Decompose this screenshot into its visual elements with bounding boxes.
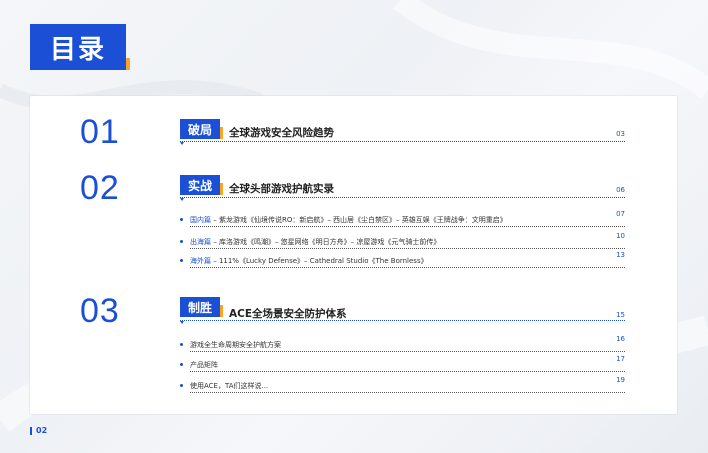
section-divider-03: [180, 320, 625, 321]
section-page-03: 15: [616, 311, 625, 319]
item-page: 10: [616, 232, 625, 240]
list-item[interactable]: 海外篇 – 111%《Lucky Defense》– Cathedral Stu…: [180, 251, 625, 268]
list-item[interactable]: 出海篇 – 库洛游戏《鸣潮》– 悠星网络《明日方舟》– 凉屋游戏《元气骑士前传》…: [180, 232, 625, 249]
section-badge-01: 破局: [180, 119, 226, 141]
list-item[interactable]: 产品矩阵 17: [180, 355, 625, 372]
item-page: 13: [616, 251, 625, 259]
list-item[interactable]: 国内篇 – 紫龙游戏《仙境传说RO：新启航》– 西山居《尘白禁区》– 英雄互娱《…: [180, 210, 625, 227]
section-divider-01: [180, 141, 625, 142]
section-marker-03: [180, 321, 184, 324]
page-number: 02: [30, 427, 47, 435]
section-number-01: 01: [80, 113, 120, 151]
section-number-03: 03: [80, 292, 120, 330]
section-badge-02: 实战: [180, 175, 226, 197]
section-title-02[interactable]: 全球头部游戏护航实录: [229, 181, 334, 196]
bullet-icon: [180, 218, 183, 221]
section-marker-01: [180, 142, 184, 145]
section-badge-03: 制胜: [180, 297, 226, 319]
section-number-02: 02: [80, 169, 120, 207]
section-divider-02: [180, 197, 625, 198]
item-page: 17: [616, 355, 625, 363]
page-title: 目录: [30, 24, 126, 70]
list-item[interactable]: 使用ACE，TA们这样说... 19: [180, 376, 625, 393]
list-item[interactable]: 游戏全生命周期安全护航方案 16: [180, 335, 625, 352]
bullet-icon: [180, 343, 183, 346]
page-title-tab: 目录: [30, 24, 130, 70]
section-page-01: 03: [616, 130, 625, 138]
bullet-icon: [180, 363, 183, 366]
section-title-03[interactable]: ACE全场景安全防护体系: [229, 306, 347, 321]
bullet-icon: [180, 240, 183, 243]
section-marker-02: [180, 198, 184, 201]
section-title-01[interactable]: 全球游戏安全风险趋势: [229, 125, 334, 140]
section-page-02: 06: [616, 186, 625, 194]
item-page: 19: [616, 376, 625, 384]
item-page: 07: [616, 210, 625, 218]
item-page: 16: [616, 335, 625, 343]
bullet-icon: [180, 259, 183, 262]
bullet-icon: [180, 384, 183, 387]
